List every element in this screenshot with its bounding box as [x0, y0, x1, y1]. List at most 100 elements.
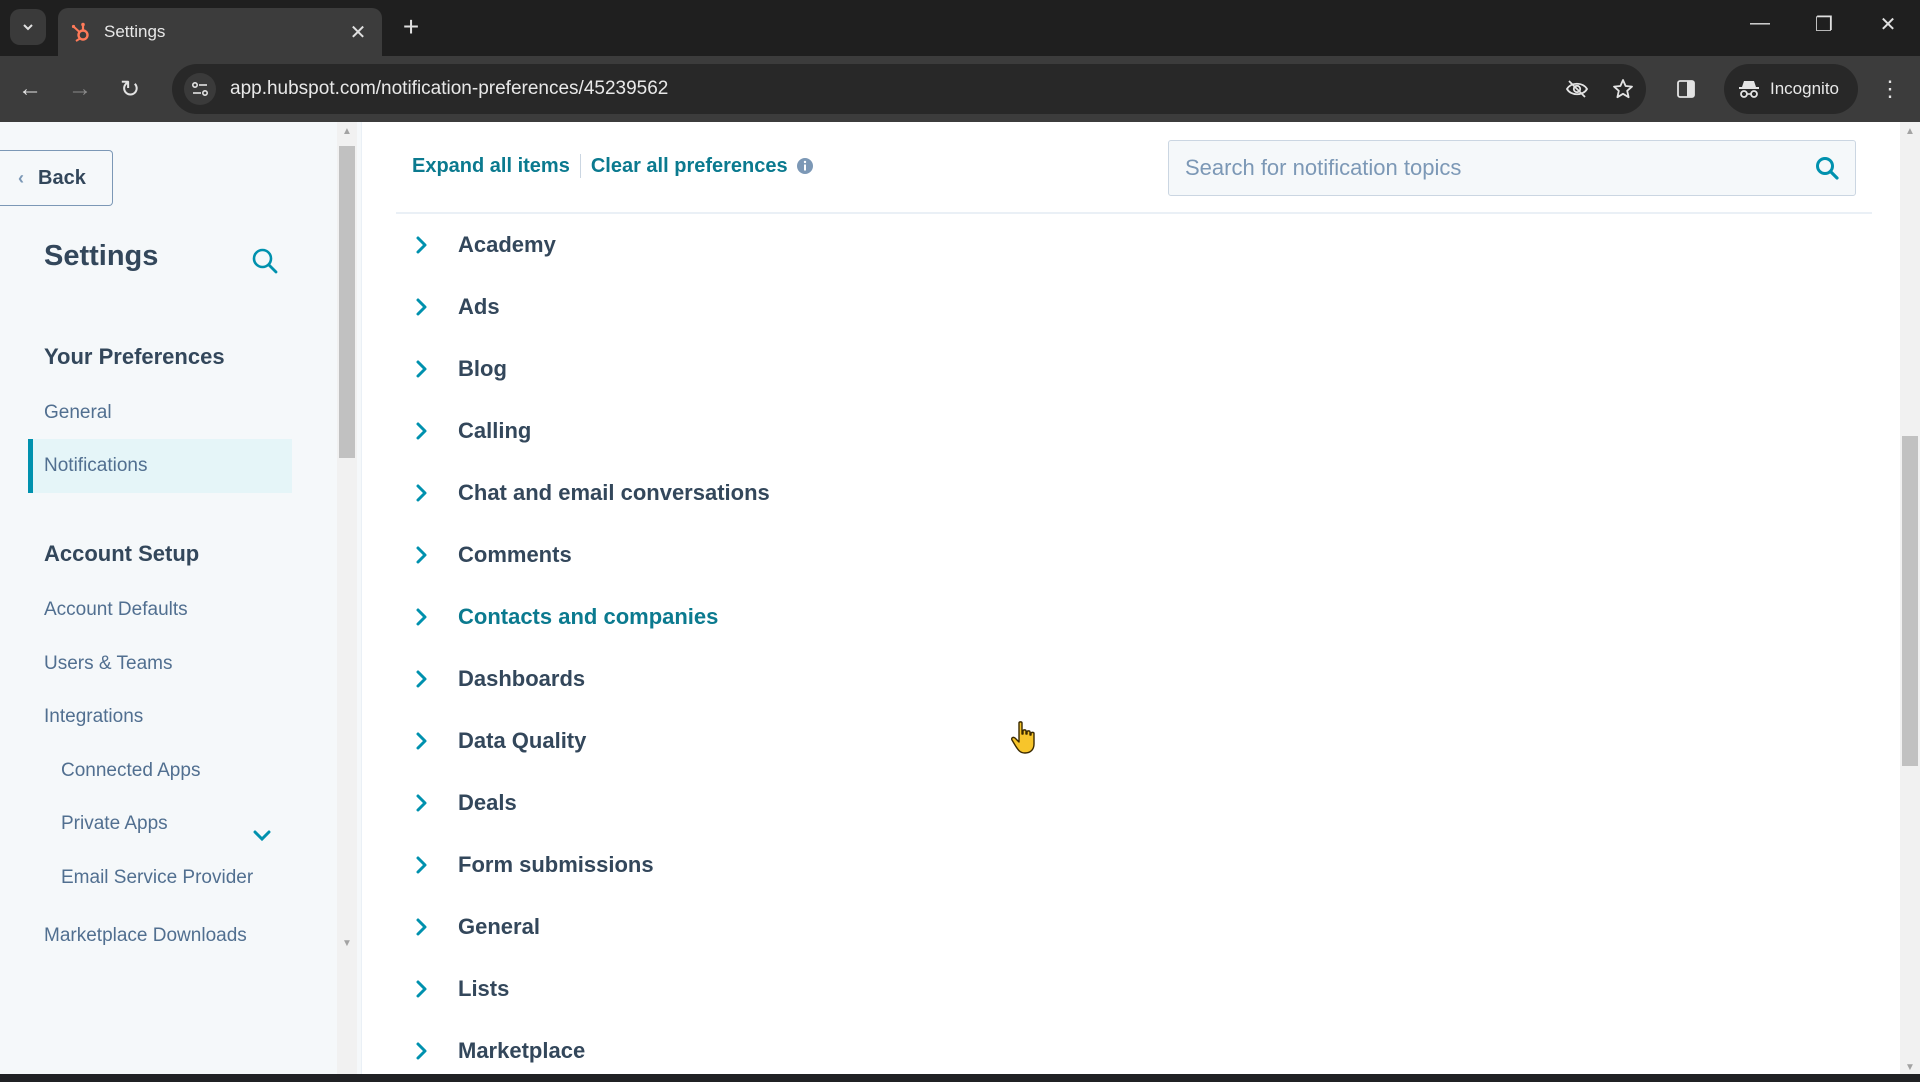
topic-row[interactable]: Comments: [412, 524, 1812, 586]
sidebar-item-account-defaults[interactable]: Account Defaults: [44, 599, 188, 621]
site-info-button[interactable]: [184, 73, 216, 105]
chevron-right-icon[interactable]: [412, 793, 432, 813]
chevron-right-icon[interactable]: [412, 545, 432, 565]
topic-label: Ads: [458, 294, 500, 319]
chevron-right-icon[interactable]: [412, 979, 432, 999]
expand-all-link[interactable]: Expand all items: [412, 155, 570, 178]
chevron-right-icon[interactable]: [412, 359, 432, 379]
topic-row[interactable]: Calling: [412, 400, 1812, 462]
topic-row[interactable]: General: [412, 896, 1812, 958]
chevron-right-icon[interactable]: [412, 297, 432, 317]
scroll-down-arrow[interactable]: ▼: [1900, 1062, 1920, 1073]
topic-label: Contacts and companies: [458, 604, 719, 629]
close-icon[interactable]: ✕: [346, 20, 370, 45]
taskbar-edge: [0, 1074, 1920, 1080]
topic-row[interactable]: Dashboards: [412, 648, 1812, 710]
window-close-icon[interactable]: ✕: [1868, 12, 1908, 37]
back-button[interactable]: ‹ Back: [0, 150, 113, 206]
minimize-icon[interactable]: —: [1740, 12, 1780, 35]
sidebar-item-connected-apps[interactable]: Connected Apps: [61, 760, 200, 782]
section-account-setup: Account Setup: [44, 541, 200, 566]
clear-all-preferences-link[interactable]: Clear all preferences: [591, 155, 788, 178]
topic-row[interactable]: Contacts and companies: [412, 586, 1812, 648]
browser-tabstrip: Settings ✕ + — ❐ ✕: [0, 0, 1920, 56]
incognito-icon: [1739, 81, 1759, 98]
star-icon[interactable]: [1600, 73, 1646, 105]
chevron-right-icon[interactable]: [412, 669, 432, 689]
topic-label: Deals: [458, 790, 517, 815]
search-input[interactable]: [1185, 155, 1799, 181]
scrollbar-thumb[interactable]: [339, 146, 355, 458]
url-text[interactable]: app.hubspot.com/notification-preferences…: [230, 78, 1554, 100]
topic-row[interactable]: Chat and email conversations: [412, 462, 1812, 524]
topic-row[interactable]: Academy: [412, 214, 1812, 276]
section-your-preferences: Your Preferences: [44, 344, 225, 369]
reload-icon[interactable]: ↻: [114, 73, 146, 105]
topic-row[interactable]: Marketplace: [412, 1020, 1812, 1082]
plus-icon[interactable]: +: [396, 12, 426, 42]
eye-off-icon[interactable]: [1554, 73, 1600, 105]
scroll-up-arrow[interactable]: ▲: [337, 126, 357, 137]
chevron-left-icon: ‹: [18, 167, 24, 188]
topic-label: General: [458, 914, 540, 939]
back-label: Back: [38, 166, 86, 189]
topic-label: Data Quality: [458, 728, 587, 753]
bulk-actions: Expand all items Clear all preferences: [412, 154, 814, 178]
sidebar-item-integrations[interactable]: Integrations: [44, 706, 143, 728]
settings-sidebar: ‹ Back Settings Your Preferences General…: [0, 122, 362, 1080]
chevron-right-icon[interactable]: [412, 421, 432, 441]
chevron-right-icon[interactable]: [412, 607, 432, 627]
topic-row[interactable]: Form submissions: [412, 834, 1812, 896]
restore-icon[interactable]: ❐: [1804, 12, 1844, 37]
topic-label: Calling: [458, 418, 532, 443]
scroll-down-arrow[interactable]: ▼: [337, 938, 357, 949]
topic-label: Chat and email conversations: [458, 480, 770, 505]
sidebar-item-private-apps[interactable]: Private Apps: [61, 813, 168, 835]
chevron-right-icon[interactable]: [412, 483, 432, 503]
topic-label: Marketplace: [458, 1038, 586, 1063]
incognito-profile-button[interactable]: Incognito: [1724, 64, 1858, 114]
sidebar-item-users-teams[interactable]: Users & Teams: [44, 653, 172, 675]
side-panel-icon[interactable]: [1670, 73, 1702, 105]
search-icon: [1816, 157, 1839, 180]
scrollbar-thumb[interactable]: [1902, 436, 1918, 766]
topic-label: Blog: [458, 356, 507, 381]
topic-label: Lists: [458, 976, 510, 1001]
sidebar-item-marketplace-downloads[interactable]: Marketplace Downloads: [44, 925, 247, 947]
topic-row[interactable]: Ads: [412, 276, 1812, 338]
search-icon[interactable]: [250, 246, 280, 276]
chevron-right-icon[interactable]: [412, 731, 432, 751]
chevron-right-icon[interactable]: [412, 855, 432, 875]
arrow-right-icon[interactable]: →: [64, 73, 96, 105]
tune-icon: [191, 81, 209, 97]
sidebar-item-email-service-provider[interactable]: Email Service Provider: [61, 867, 253, 889]
search-button[interactable]: [1799, 155, 1855, 181]
sidebar-title: Settings: [44, 240, 159, 272]
chevron-right-icon[interactable]: [412, 917, 432, 937]
browser-tab-settings[interactable]: Settings ✕: [58, 8, 382, 56]
topic-row[interactable]: Data Quality: [412, 710, 1812, 772]
browser-toolbar: ← → ↻ app.hubspot.com/notification-prefe…: [0, 56, 1920, 122]
main-scrollbar[interactable]: ▲ ▼: [1900, 122, 1920, 1080]
tab-title: Settings: [104, 22, 166, 41]
scroll-up-arrow[interactable]: ▲: [1900, 126, 1920, 137]
sidebar-scrollbar[interactable]: ▲ ▼: [337, 122, 357, 1080]
sidebar-item-label: Notifications: [44, 455, 148, 476]
chevron-right-icon[interactable]: [412, 1041, 432, 1061]
topic-label: Comments: [458, 542, 572, 567]
sidebar-item-notifications[interactable]: Notifications: [28, 439, 292, 493]
tab-search-button[interactable]: [10, 9, 46, 45]
topic-row[interactable]: Deals: [412, 772, 1812, 834]
topic-row[interactable]: Blog: [412, 338, 1812, 400]
sidebar-item-general[interactable]: General: [44, 402, 112, 424]
topic-label: Academy: [458, 232, 556, 257]
chevron-right-icon[interactable]: [412, 235, 432, 255]
settings-page: ‹ Back Settings Your Preferences General…: [0, 122, 1920, 1080]
chevron-down-icon[interactable]: [250, 824, 274, 848]
info-icon[interactable]: [796, 157, 814, 175]
chevron-down-icon: [23, 24, 33, 31]
topic-row[interactable]: Lists: [412, 958, 1812, 1020]
kebab-menu-icon[interactable]: ⋮: [1874, 73, 1906, 105]
address-bar[interactable]: app.hubspot.com/notification-preferences…: [172, 64, 1646, 114]
arrow-left-icon[interactable]: ←: [14, 73, 46, 105]
